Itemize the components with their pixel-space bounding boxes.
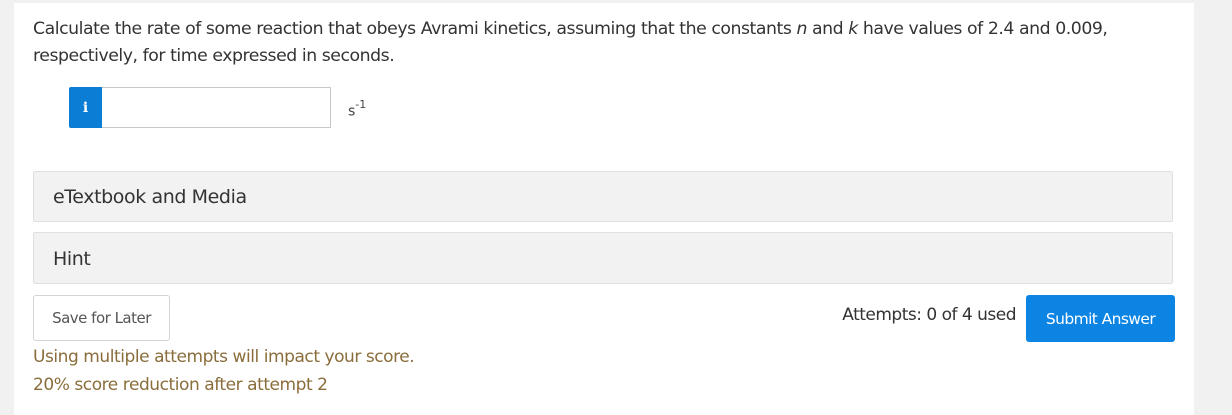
variable-n: n: [796, 19, 807, 39]
variable-k: k: [848, 19, 858, 39]
attempts-warning: Using multiple attempts will impact your…: [33, 343, 415, 399]
submit-answer-button[interactable]: Submit Answer: [1026, 295, 1175, 342]
save-for-later-button[interactable]: Save for Later: [33, 295, 170, 341]
warning-line: Using multiple attempts will impact your…: [33, 347, 415, 367]
unit-exponent: -1: [355, 98, 367, 111]
question-card: Calculate the rate of some reaction that…: [14, 3, 1194, 415]
question-text-part: and: [806, 19, 849, 39]
warning-line: 20% score reduction after attempt 2: [33, 375, 328, 395]
answer-input[interactable]: [102, 87, 331, 128]
question-text-part: Calculate the rate of some reaction that…: [33, 19, 797, 39]
attempts-counter: Attempts: 0 of 4 used: [842, 305, 1016, 325]
question-text: Calculate the rate of some reaction that…: [33, 16, 1173, 70]
info-icon[interactable]: i: [69, 87, 102, 128]
answer-unit: s-1: [348, 98, 367, 120]
hint-accordion[interactable]: Hint: [33, 232, 1173, 284]
etextbook-media-accordion[interactable]: eTextbook and Media: [33, 171, 1173, 222]
